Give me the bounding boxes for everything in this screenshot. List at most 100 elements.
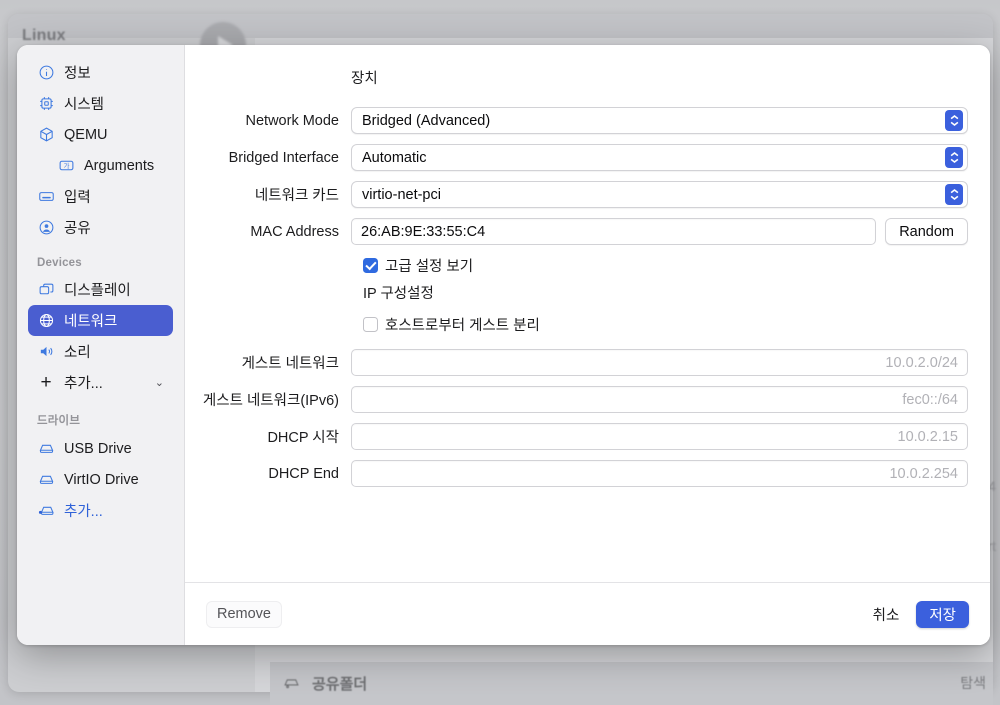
sidebar-item-network[interactable]: 네트워크 [28,305,173,336]
drive-icon [282,675,300,693]
sidebar-item-label: 추가... [64,376,103,392]
background-ghost-text [320,18,324,33]
mac-address-value: 26:AB:9E:33:55:C4 [361,223,486,240]
chevron-updown-icon[interactable] [945,110,963,131]
network-mode-row: Network Mode Bridged (Advanced) [185,107,968,134]
guest-network-placeholder: 10.0.2.0/24 [885,354,958,371]
random-mac-button[interactable]: Random [885,218,968,245]
isolate-guest-label: 호스트로부터 게스트 분리 [385,318,540,334]
network-card-label: 네트워크 카드 [254,188,339,204]
chevron-down-icon[interactable]: ⌄ [155,376,164,389]
sidebar-item-label: USB Drive [64,440,132,457]
drive-icon [37,471,55,489]
dhcp-end-input[interactable]: 10.0.2.254 [351,460,968,487]
sidebar-item-system[interactable]: 시스템 [28,88,173,119]
guest-network-ipv6-input[interactable]: fec0::/64 [351,386,968,413]
dhcp-start-row: DHCP 시작 10.0.2.15 [185,423,968,450]
sidebar-item-label: 소리 [64,345,91,361]
dhcp-end-label: DHCP End [268,465,339,482]
sidebar-item-sound[interactable]: 소리 [28,336,173,367]
settings-content: 장치 Network Mode Bridged (Advanced) Bridg… [185,45,990,645]
advanced-block: 고급 설정 보기 IP 구성설정 호스트로부터 게스트 분리 [185,255,968,335]
sidebar-item-input[interactable]: 입력 [28,181,173,212]
background-shared-folder-row: 공유폴더 [270,662,993,705]
bridged-interface-value: Automatic [362,149,427,166]
sidebar-item-label: 입력 [64,190,91,206]
mac-address-input[interactable]: 26:AB:9E:33:55:C4 [351,218,877,245]
sidebar-item-label: 정보 [64,66,91,82]
sidebar-item-arguments[interactable]: 가 Arguments [28,150,173,181]
show-advanced-checkbox[interactable] [363,258,378,273]
bridged-interface-label: Bridged Interface [228,149,339,166]
remove-button[interactable]: Remove [206,600,282,628]
dhcp-start-label: DHCP 시작 [267,430,339,446]
keyboard-icon [37,188,55,206]
mac-address-row: MAC Address 26:AB:9E:33:55:C4 Random [185,218,968,245]
guest-network-ipv6-label: 게스트 네트워크(IPv6) [202,393,339,409]
background-shared-folder-label: 공유폴더 [312,676,368,693]
bridged-interface-select[interactable]: Automatic [351,144,968,171]
dhcp-end-row: DHCP End 10.0.2.254 [185,460,968,487]
network-mode-select[interactable]: Bridged (Advanced) [351,107,968,134]
sidebar-group-drives: 드라이브 [37,415,81,427]
sidebar-item-usb-drive[interactable]: USB Drive [28,433,173,464]
network-card-select[interactable]: virtio-net-pci [351,181,968,208]
cancel-button[interactable]: 취소 [862,601,911,628]
save-button[interactable]: 저장 [916,600,969,628]
dhcp-start-placeholder: 10.0.2.15 [897,428,958,445]
svg-text:가: 가 [63,161,69,170]
sidebar-item-info[interactable]: 정보 [28,57,173,88]
section-title: 장치 [351,71,378,87]
sidebar-item-label: QEMU [64,126,108,143]
globe-icon [37,312,55,330]
person-circle-icon [37,219,55,237]
isolate-guest-row[interactable]: 호스트로부터 게스트 분리 [363,314,968,335]
sidebar-item-label: 네트워크 [64,314,118,330]
settings-sidebar: 정보 시스템 QEMU 가 Arguments 입력 공유 Devices 디스… [17,45,185,645]
guest-network-row: 게스트 네트워크 10.0.2.0/24 [185,349,968,376]
dhcp-start-input[interactable]: 10.0.2.15 [351,423,968,450]
speaker-icon [37,343,55,361]
sidebar-item-label: 디스플레이 [64,283,131,299]
add-drive-icon [37,502,55,520]
section-title-row: 장치 [185,67,968,97]
ip-config-title: IP 구성설정 [363,286,434,302]
bridged-interface-row: Bridged Interface Automatic [185,144,968,171]
sidebar-item-label: Arguments [84,157,155,174]
display-icon [37,281,55,299]
background-browse-label: 탐색 [960,675,986,691]
network-mode-label: Network Mode [245,112,339,129]
sidebar-item-qemu[interactable]: QEMU [28,119,173,150]
vm-settings-dialog: 정보 시스템 QEMU 가 Arguments 입력 공유 Devices 디스… [17,45,990,645]
sidebar-item-label: 공유 [64,221,91,237]
network-mode-value: Bridged (Advanced) [362,112,491,129]
sidebar-item-label: 추가... [64,504,103,520]
network-settings-form: 장치 Network Mode Bridged (Advanced) Bridg… [185,45,990,582]
info-circle-icon [37,64,55,82]
dialog-footer: Remove 취소 저장 [185,582,990,645]
show-advanced-row[interactable]: 고급 설정 보기 [363,255,968,276]
chevron-updown-icon[interactable] [945,184,963,205]
mac-address-label: MAC Address [250,223,339,240]
sidebar-item-virtio-drive[interactable]: VirtIO Drive [28,464,173,495]
guest-network-input[interactable]: 10.0.2.0/24 [351,349,968,376]
guest-network-ipv6-placeholder: fec0::/64 [902,391,958,408]
sidebar-add-device[interactable]: + 추가... ⌄ [28,367,173,398]
dhcp-end-placeholder: 10.0.2.254 [889,465,958,482]
guest-network-label: 게스트 네트워크 [241,356,339,372]
background-titlebar [8,14,993,38]
chevron-updown-icon[interactable] [945,147,963,168]
isolate-guest-checkbox[interactable] [363,317,378,332]
sidebar-item-sharing[interactable]: 공유 [28,212,173,243]
guest-network-ipv6-row: 게스트 네트워크(IPv6) fec0::/64 [185,386,968,413]
show-advanced-label: 고급 설정 보기 [385,259,474,275]
sidebar-item-label: VirtIO Drive [64,471,139,488]
sidebar-item-display[interactable]: 디스플레이 [28,274,173,305]
cpu-chip-icon [37,95,55,113]
cube-icon [37,126,55,144]
network-card-row: 네트워크 카드 virtio-net-pci [185,181,968,208]
character-input-icon: 가 [57,157,75,175]
sidebar-add-drive[interactable]: 추가... [28,495,173,526]
plus-icon: + [40,372,52,393]
background-app-name: Linux [22,27,66,44]
